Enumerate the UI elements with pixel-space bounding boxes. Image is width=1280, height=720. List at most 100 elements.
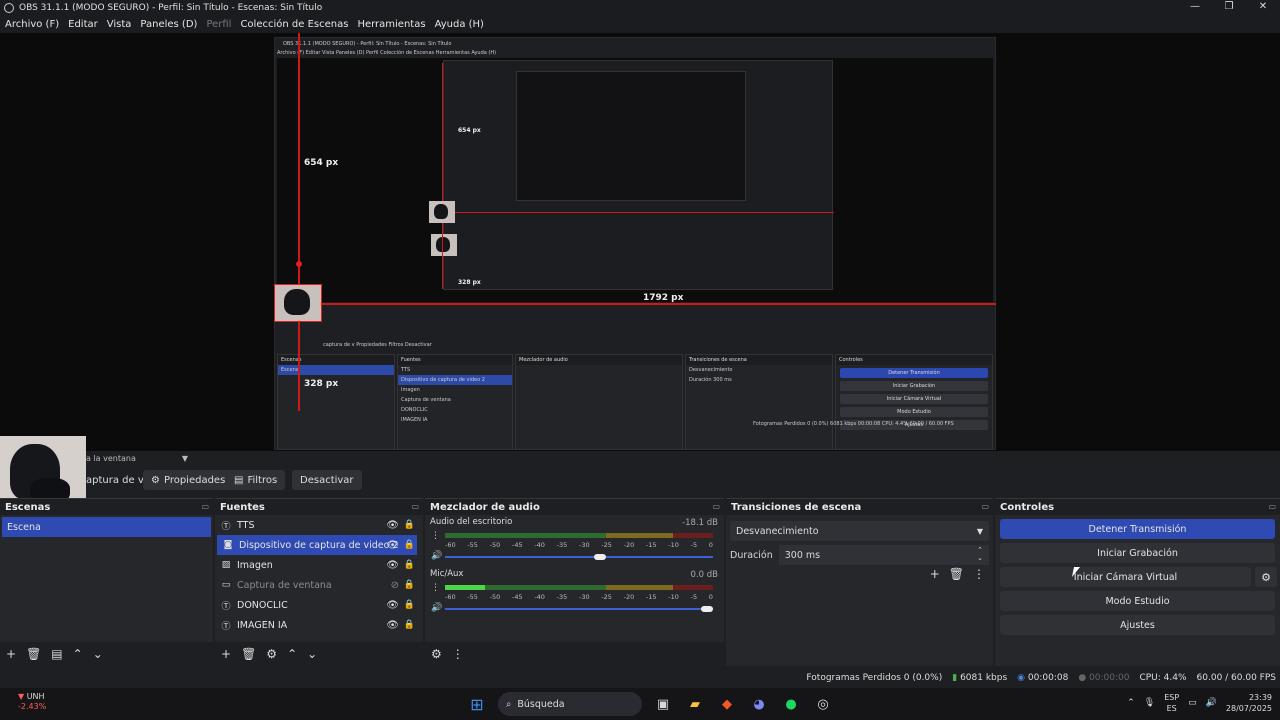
- add-source-button[interactable]: +: [221, 647, 231, 661]
- move-down-icon[interactable]: ⌄: [93, 647, 103, 661]
- popout-icon[interactable]: ▭: [411, 502, 419, 511]
- language-indicator[interactable]: ESP ES: [1164, 692, 1179, 714]
- trash-icon[interactable]: 🗑: [949, 567, 964, 581]
- task-view-icon[interactable]: ▣: [652, 693, 674, 715]
- eye-icon[interactable]: 👁: [386, 560, 399, 571]
- menu-perfil[interactable]: Perfil: [206, 19, 231, 30]
- mixer-track-mic: Mic/Aux 0.0 dB ⋮ 🔊 -60 -55 -50 -45 -40 -35 -30…: [430, 569, 718, 613]
- filters-button[interactable]: ▤ Filtros: [226, 470, 286, 490]
- kebab-icon[interactable]: ⋮: [431, 583, 440, 593]
- brave-browser-icon[interactable]: ◆: [716, 693, 738, 715]
- deactivate-button[interactable]: Desactivar: [292, 470, 362, 490]
- studio-mode-button[interactable]: Modo Estudio: [1000, 591, 1275, 611]
- eye-hidden-icon[interactable]: ⊘: [391, 580, 399, 591]
- spotify-icon[interactable]: ●: [780, 693, 802, 715]
- source-item-window-capture[interactable]: ▭ Captura de ventana ⊘ 🔒: [215, 575, 423, 595]
- close-button[interactable]: ✕: [1246, 0, 1280, 15]
- eye-icon[interactable]: 👁: [386, 620, 399, 631]
- virtual-camera-button[interactable]: Iniciar Cámara Virtual ⚙: [1000, 567, 1277, 587]
- volume-slider[interactable]: [445, 556, 713, 558]
- inner-scenes-panel: Escenas Escena: [277, 354, 395, 450]
- obs-taskbar-icon[interactable]: ◎: [812, 693, 834, 715]
- popout-icon[interactable]: ▭: [1268, 502, 1276, 511]
- lock-icon[interactable]: 🔒: [404, 600, 415, 610]
- eye-icon[interactable]: 👁: [386, 520, 399, 531]
- scene-filter-bar: a la ventana ▼: [0, 451, 1280, 465]
- speaker-icon[interactable]: 🔊: [431, 603, 442, 613]
- popout-icon[interactable]: ▭: [981, 502, 989, 511]
- scene-item[interactable]: Escena: [2, 517, 211, 537]
- menu-vista[interactable]: Vista: [107, 19, 132, 30]
- gear-icon[interactable]: ⚙: [266, 647, 277, 661]
- preview-canvas[interactable]: OBS 31.1.1 (MODO SEGURO) - Perfil: Sin T…: [0, 33, 1280, 451]
- chevron-down-icon[interactable]: ▼: [182, 454, 188, 463]
- controls-title: Controles: [1000, 501, 1055, 513]
- chevron-down-icon: ▼: [976, 526, 983, 536]
- trash-icon[interactable]: 🗑: [241, 647, 256, 661]
- eye-icon[interactable]: 👁: [386, 540, 399, 551]
- lock-icon[interactable]: 🔒: [404, 620, 415, 630]
- status-bar: Fotogramas Perdidos 0 (0.0%) ▮ 6081 kbps…: [0, 668, 1280, 688]
- measure-line-vertical: [298, 33, 300, 411]
- transition-select[interactable]: Desvanecimiento ▼: [730, 521, 989, 541]
- add-transition-button[interactable]: +: [930, 567, 940, 581]
- stop-stream-button[interactable]: Detener Transmisión: [1000, 519, 1275, 539]
- kebab-icon[interactable]: ⋮: [452, 647, 464, 661]
- measure-handle[interactable]: [296, 261, 302, 267]
- menu-archivo[interactable]: Archivo (F): [5, 19, 59, 30]
- nested-capture-2: [516, 71, 746, 201]
- speaker-icon[interactable]: 🔊: [431, 551, 442, 561]
- discord-icon[interactable]: ◕: [748, 693, 770, 715]
- move-up-icon[interactable]: ⌃: [287, 647, 297, 661]
- stock-widget[interactable]: ▼ UNH -2.43%: [18, 692, 46, 712]
- clock[interactable]: 23:39 28/07/2025: [1226, 692, 1272, 714]
- settings-button[interactable]: Ajustes: [1000, 615, 1275, 635]
- advanced-audio-icon[interactable]: ⚙: [431, 647, 442, 661]
- kebab-icon[interactable]: ⋮: [973, 567, 985, 581]
- properties-button[interactable]: ⚙ Propiedades: [143, 470, 234, 490]
- move-up-icon[interactable]: ⌃: [73, 647, 83, 661]
- source-item-imagen-ia[interactable]: Ⓣ IMAGEN IA 👁 🔒: [215, 615, 423, 635]
- lock-icon[interactable]: 🔒: [404, 560, 415, 570]
- kebab-icon[interactable]: ⋮: [431, 531, 440, 541]
- source-item-image[interactable]: ▨ Imagen 👁 🔒: [215, 555, 423, 575]
- minimize-button[interactable]: —: [1178, 0, 1212, 15]
- file-explorer-icon[interactable]: ▰: [684, 693, 706, 715]
- volume-slider-knob[interactable]: [701, 606, 713, 612]
- menu-herramientas[interactable]: Herramientas: [357, 19, 425, 30]
- selection-box[interactable]: [274, 284, 322, 322]
- windows-start-icon[interactable]: ⊞: [466, 693, 488, 715]
- menu-editar[interactable]: Editar: [68, 19, 98, 30]
- virtual-camera-settings-gear-icon[interactable]: ⚙: [1255, 567, 1277, 587]
- duration-spinbox[interactable]: 300 ms ⌃ ⌄: [778, 545, 989, 565]
- source-item-video-capture[interactable]: ◙ Dispositivo de captura de video 2 👁 🔒: [217, 535, 417, 555]
- popout-icon[interactable]: ▭: [201, 502, 209, 511]
- chevron-up-icon[interactable]: ⌃: [1127, 698, 1135, 708]
- maximize-button[interactable]: ❐: [1212, 0, 1246, 15]
- taskbar-search[interactable]: ⌕ Búsqueda: [498, 692, 642, 716]
- menu-coleccion[interactable]: Colección de Escenas: [240, 19, 348, 30]
- menu-ayuda[interactable]: Ayuda (H): [435, 19, 484, 30]
- source-item-donoclic[interactable]: Ⓣ DONOCLIC 👁 🔒: [215, 595, 423, 615]
- level-meter-fill: [445, 585, 485, 590]
- measure-line-horizontal: [322, 303, 996, 305]
- lock-icon[interactable]: 🔒: [404, 580, 415, 590]
- lock-icon[interactable]: 🔒: [404, 540, 415, 550]
- network-icon[interactable]: ▭: [1188, 698, 1197, 708]
- lock-icon[interactable]: 🔒: [404, 520, 415, 530]
- move-down-icon[interactable]: ⌄: [307, 647, 317, 661]
- menu-paneles[interactable]: Paneles (D): [140, 19, 197, 30]
- add-scene-button[interactable]: +: [6, 647, 16, 661]
- eye-icon[interactable]: 👁: [386, 600, 399, 611]
- scene-filters-icon[interactable]: ▤: [51, 647, 62, 661]
- popout-icon[interactable]: ▭: [712, 502, 720, 511]
- spin-arrows-icon[interactable]: ⌃ ⌄: [977, 546, 983, 562]
- trash-icon[interactable]: 🗑: [26, 647, 41, 661]
- start-recording-button[interactable]: Iniciar Grabación: [1000, 543, 1275, 563]
- source-item-tts[interactable]: Ⓣ TTS 👁 🔒: [215, 515, 423, 535]
- volume-slider-knob[interactable]: [594, 554, 606, 560]
- gear-icon: ⚙: [151, 474, 160, 486]
- microphone-icon[interactable]: 🎙: [1144, 698, 1155, 708]
- volume-slider[interactable]: [445, 608, 713, 610]
- volume-icon[interactable]: 🔊: [1206, 698, 1217, 708]
